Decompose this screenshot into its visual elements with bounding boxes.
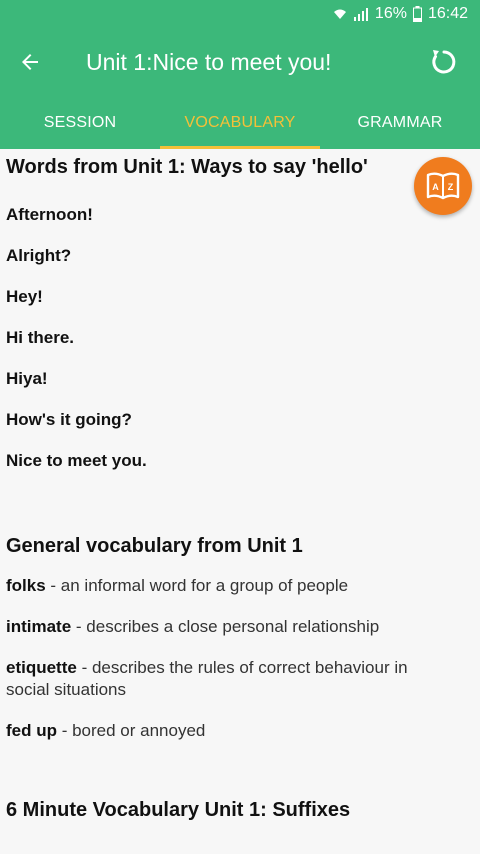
term: intimate <box>6 617 72 636</box>
svg-text:A: A <box>432 182 439 192</box>
app-bar: Unit 1:Nice to meet you! <box>0 28 480 96</box>
clock: 16:42 <box>427 5 468 22</box>
page-title: Unit 1:Nice to meet you! <box>86 48 332 75</box>
tab-vocabulary[interactable]: VOCABULARY <box>160 96 320 149</box>
list-item: Afternoon! <box>6 205 93 224</box>
arrow-left-icon <box>22 54 38 70</box>
tab-grammar[interactable]: GRAMMAR <box>320 96 480 149</box>
term: etiquette <box>6 658 77 677</box>
definition: - describes a close personal relationshi… <box>71 617 380 636</box>
list-item: fed up - bored or annoyed <box>6 720 474 742</box>
definition: - bored or annoyed <box>57 721 206 740</box>
hello-word-list: Afternoon! Alright? Hey! Hi there. Hiya!… <box>6 194 474 481</box>
list-item: etiquette - describes the rules of corre… <box>6 657 436 701</box>
battery-percent: 16% <box>374 5 407 22</box>
suffixes-section: 6 Minute Vocabulary Unit 1: Suffixes <box>6 795 474 839</box>
definition: - an informal word for a group of people <box>45 576 349 595</box>
list-item: Nice to meet you. <box>6 451 147 470</box>
vocabulary-content: Words from Unit 1: Ways to say 'hello' A… <box>0 156 480 839</box>
dictionary-button[interactable]: A Z <box>414 157 472 215</box>
section-heading-general: General vocabulary from Unit 1 <box>6 535 303 557</box>
list-item: How's it going? <box>6 410 132 429</box>
tab-bar: SESSION VOCABULARY GRAMMAR <box>0 96 480 149</box>
list-item: Hey! <box>6 287 43 306</box>
back-button[interactable] <box>2 34 58 90</box>
general-vocabulary-section: General vocabulary from Unit 1 folks - a… <box>6 531 474 742</box>
term: fed up <box>6 721 57 740</box>
status-bar: 16% 16:42 <box>0 0 480 28</box>
list-item: intimate - describes a close personal re… <box>6 616 474 638</box>
section-heading-hello: Words from Unit 1: Ways to say 'hello' <box>6 156 368 178</box>
list-item: Hiya! <box>6 369 48 388</box>
dictionary-icon: A Z <box>426 172 460 200</box>
section-heading-suffixes: 6 Minute Vocabulary Unit 1: Suffixes <box>6 799 351 821</box>
list-item: Alright? <box>6 246 72 265</box>
tab-session[interactable]: SESSION <box>0 96 160 149</box>
wifi-icon <box>333 7 347 21</box>
list-item: Hi there. <box>6 328 75 347</box>
refresh-icon <box>432 50 456 74</box>
refresh-button[interactable] <box>420 38 468 86</box>
svg-text:Z: Z <box>448 182 454 192</box>
battery-icon <box>412 6 422 22</box>
list-item: folks - an informal word for a group of … <box>6 575 474 597</box>
signal-icon <box>353 7 369 21</box>
term: folks <box>6 576 46 595</box>
